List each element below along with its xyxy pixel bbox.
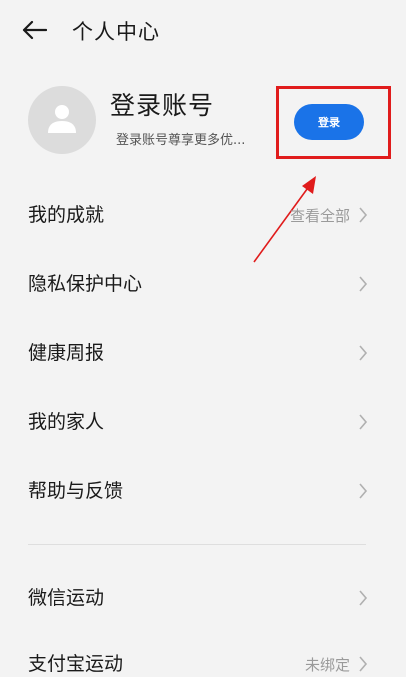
chevron-right-icon — [358, 589, 368, 607]
chevron-right-icon — [358, 344, 368, 362]
menu-item-label: 支付宝运动 — [28, 653, 124, 675]
menu-item-privacy-center[interactable]: 隐私保护中心 — [28, 264, 368, 304]
menu-item-right — [358, 578, 368, 618]
chevron-right-icon — [358, 413, 368, 431]
menu-item-right: 未绑定 — [305, 644, 368, 677]
menu-item-label: 健康周报 — [28, 342, 105, 364]
menu-item-right — [358, 402, 368, 442]
account-title: 登录账号 — [110, 91, 215, 120]
menu-item-label: 帮助与反馈 — [28, 480, 124, 502]
chevron-right-icon — [358, 482, 368, 500]
menu-item-wechat-sport[interactable]: 微信运动 — [28, 578, 368, 618]
menu-item-label: 我的成就 — [28, 204, 105, 226]
page-title: 个人中心 — [72, 20, 160, 44]
menu-item-help-feedback[interactable]: 帮助与反馈 — [28, 471, 368, 511]
chevron-right-icon — [358, 206, 368, 224]
avatar[interactable] — [28, 86, 96, 154]
arrow-left-icon — [21, 20, 48, 44]
login-button[interactable]: 登录 — [294, 104, 364, 140]
menu-item-label: 隐私保护中心 — [28, 273, 143, 295]
menu-item-right: 查看全部 — [290, 195, 368, 235]
back-button[interactable] — [20, 20, 48, 44]
menu-item-alipay-sport[interactable]: 支付宝运动 未绑定 — [28, 644, 368, 677]
chevron-right-icon — [358, 655, 368, 673]
menu-item-health-weekly[interactable]: 健康周报 — [28, 333, 368, 373]
user-icon — [44, 100, 80, 140]
menu-item-right — [358, 333, 368, 373]
personal-center-page: 个人中心 登录账号 登录账号尊享更多优... 登录 我的成就 查看全部 隐私保护… — [0, 0, 406, 677]
top-bar: 个人中心 — [0, 12, 406, 52]
menu-item-hint: 查看全部 — [289, 206, 350, 225]
menu-item-right — [358, 471, 368, 511]
chevron-right-icon — [358, 275, 368, 293]
section-divider — [28, 544, 366, 545]
menu-item-label: 我的家人 — [28, 411, 105, 433]
account-subtitle: 登录账号尊享更多优... — [116, 133, 246, 148]
menu-item-my-family[interactable]: 我的家人 — [28, 402, 368, 442]
menu-item-right — [358, 264, 368, 304]
menu-item-achievements[interactable]: 我的成就 查看全部 — [28, 195, 368, 235]
menu-item-hint: 未绑定 — [304, 655, 350, 674]
menu-item-label: 微信运动 — [28, 587, 105, 609]
